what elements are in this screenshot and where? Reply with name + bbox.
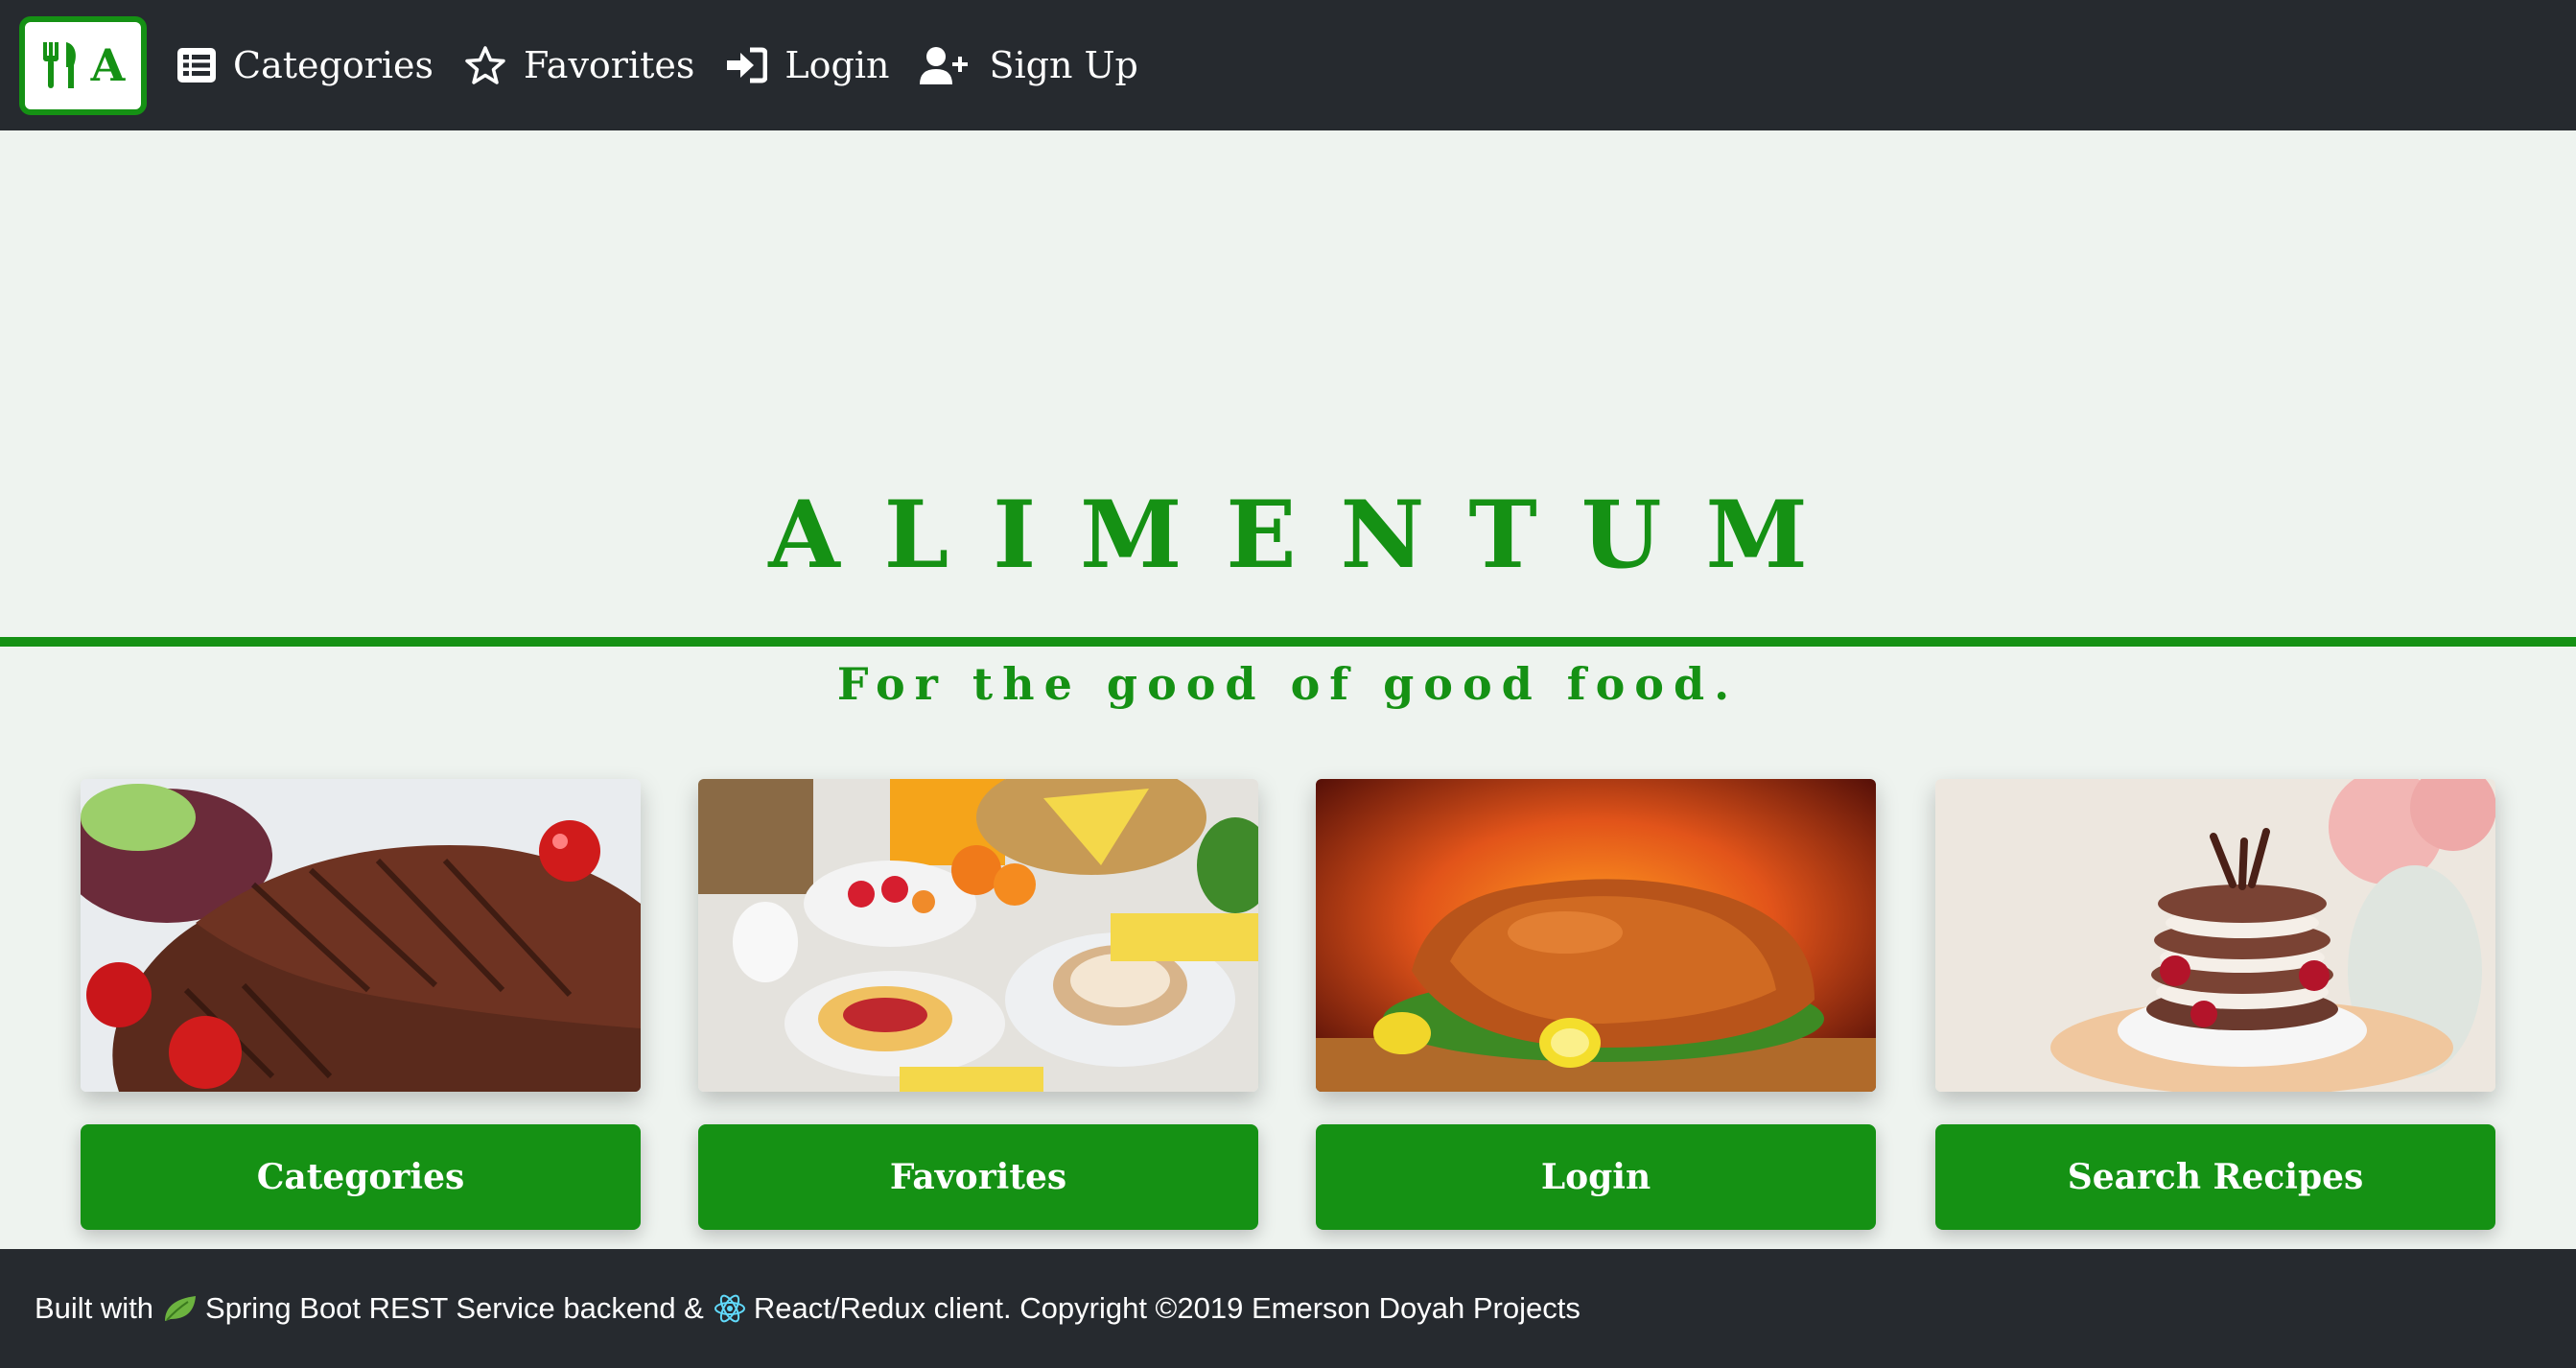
nav-signup-label: Sign Up (989, 44, 1138, 86)
login-button[interactable]: Login (1316, 1124, 1876, 1230)
hero-divider (0, 637, 2576, 647)
nav-categories-label: Categories (233, 44, 433, 86)
navbar: A Categories Favorites Login Sign Up (0, 0, 2576, 130)
footer-text-spring: Spring Boot REST Service backend & (205, 1291, 704, 1325)
nav-categories[interactable]: Categories (177, 44, 433, 86)
favorites-button[interactable]: Favorites (698, 1124, 1258, 1230)
nav-login[interactable]: Login (725, 44, 889, 86)
star-icon (465, 46, 505, 84)
breakfast-spread-image[interactable] (698, 779, 1258, 1092)
search-recipes-button[interactable]: Search Recipes (1935, 1124, 2495, 1230)
footer-text-react: React/Redux client. Copyright ©2019 Emer… (753, 1291, 1581, 1325)
nav-signup[interactable]: Sign Up (920, 44, 1138, 86)
user-plus-icon (920, 47, 969, 84)
card-login: Login (1316, 779, 1876, 1230)
grilled-steak-image[interactable] (81, 779, 641, 1092)
card-categories: Categories (81, 779, 641, 1230)
nav-login-label: Login (785, 44, 890, 86)
roast-chicken-image[interactable] (1316, 779, 1876, 1092)
sign-in-icon (727, 47, 768, 83)
chocolate-dessert-image[interactable] (1935, 779, 2495, 1092)
nav-favorites[interactable]: Favorites (464, 44, 694, 86)
utensils-icon (42, 42, 76, 88)
react-atom-icon (714, 1294, 745, 1323)
nav-favorites-label: Favorites (524, 44, 695, 86)
hero-subtitle: For the good of good food. (836, 658, 1740, 710)
footer-text-built: Built with (35, 1291, 154, 1325)
hero-title: ALIMENTUM (768, 481, 1852, 589)
card-search-recipes: Search Recipes (1935, 779, 2495, 1230)
brand-logo[interactable]: A (19, 15, 147, 115)
feature-cards: Categories Favorites Login Search Recipe… (81, 779, 2495, 1230)
leaf-icon (165, 1296, 197, 1321)
list-icon (177, 48, 216, 83)
categories-button[interactable]: Categories (81, 1124, 641, 1230)
footer: Built with Spring Boot REST Service back… (0, 1249, 2576, 1368)
brand-letter: A (90, 39, 126, 91)
card-favorites: Favorites (698, 779, 1258, 1230)
